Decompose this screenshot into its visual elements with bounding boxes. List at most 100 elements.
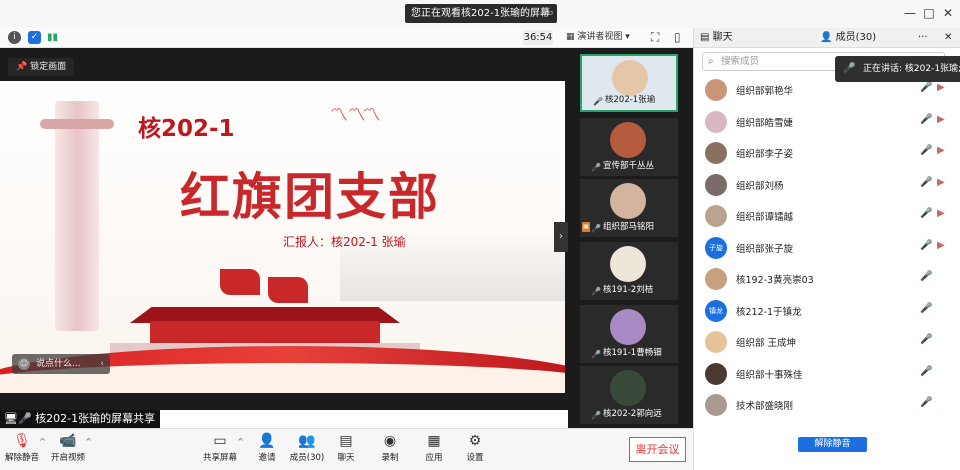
chevron-up-icon[interactable]: ^ xyxy=(237,437,244,446)
close-panel-button[interactable]: ✕ xyxy=(944,28,952,48)
member-row[interactable]: 技术部盛晓刚 🎤 xyxy=(694,391,960,421)
view-mode-select[interactable]: ▦ 演讲者视图 ▾ xyxy=(566,30,640,45)
video-tile-name-text: 核191-2刘桔 xyxy=(603,285,654,295)
leave-meeting-button[interactable]: 离开会议 xyxy=(629,437,686,462)
camera-off-icon[interactable]: ▶ xyxy=(937,145,945,156)
camera-off-icon[interactable]: ▶ xyxy=(937,177,945,188)
member-row[interactable]: 子旋 组织部张子旋 🎤 ▶ xyxy=(694,234,960,264)
member-name: 核192-3黄亮崇03 xyxy=(736,275,814,286)
record-button[interactable]: ◉ 录制 xyxy=(370,431,410,469)
tab-chat[interactable]: ▤ 聊天 xyxy=(700,28,733,48)
chevron-up-icon[interactable]: ^ xyxy=(39,437,46,446)
video-tile[interactable]: 🎤 核191-2刘桔 xyxy=(580,242,678,300)
mic-muted-icon[interactable]: 🎤 xyxy=(920,145,932,156)
tab-members-label: 成员(30) xyxy=(835,32,877,43)
info-icon[interactable]: i xyxy=(8,31,21,44)
member-row[interactable]: 组织部李子姿 🎤 ▶ xyxy=(694,139,960,169)
mic-muted-icon: 🎤 xyxy=(591,350,601,359)
member-name: 技术部盛晓刚 xyxy=(736,401,794,412)
video-tile-name: 🎤 核191-2刘桔 xyxy=(583,284,653,297)
member-name: 组织部李子姿 xyxy=(736,149,794,160)
tab-members[interactable]: 👤 成员(30) xyxy=(820,28,876,48)
member-row[interactable]: 组织部刘杨 🎤 ▶ xyxy=(694,171,960,201)
mic-muted-icon[interactable]: 🎤 xyxy=(920,208,932,219)
comment-collapse-icon[interactable]: ‹ xyxy=(100,354,104,374)
camera-off-icon: 📹 xyxy=(59,433,77,449)
video-tile[interactable]: ▣ 🎤 组织部马铭阳 xyxy=(580,179,678,237)
pin-view-button[interactable]: 📌 锁定画面 xyxy=(8,58,75,76)
presentation-slide: 〽 〽〽 核202-1 红旗团支部 汇报人：核202-1 张瑜 xyxy=(0,81,565,393)
member-name: 组织部十事殊佳 xyxy=(736,369,803,381)
mic-muted-icon[interactable]: 🎤 xyxy=(920,271,932,282)
member-row[interactable]: 组织部十事殊佳 🎤 xyxy=(694,360,960,390)
camera-off-icon[interactable]: ▶ xyxy=(937,114,945,125)
settings-button[interactable]: ⚙ 设置 xyxy=(455,431,495,469)
members-button[interactable]: 👥 成员(30) xyxy=(287,431,327,469)
mic-muted-icon[interactable]: 🎤 xyxy=(920,82,932,93)
fullscreen-icon[interactable]: ⛶ xyxy=(651,30,659,45)
participant-avatar xyxy=(610,309,646,345)
participant-avatar xyxy=(610,246,646,282)
sidebar-toggle-icon[interactable]: ▯ xyxy=(674,30,681,44)
invite-label: 邀请 xyxy=(258,453,276,463)
collapse-strip-button[interactable]: › xyxy=(554,222,568,252)
shield-icon[interactable]: ✓ xyxy=(28,31,41,44)
mic-muted-icon[interactable]: 🎤 xyxy=(920,303,932,314)
share-screen-button[interactable]: ▭ 共享屏幕 ^ xyxy=(200,431,244,469)
banner-collapse-icon[interactable]: ▭ xyxy=(544,4,553,23)
member-avatar xyxy=(705,173,727,196)
comment-icon: ☺ xyxy=(18,358,30,370)
video-tile-name-text: 宣传部千丛丛 xyxy=(603,161,655,171)
chevron-up-icon[interactable]: ^ xyxy=(85,437,92,446)
slide-class-title: 核202-1 xyxy=(138,116,235,142)
camera-off-icon[interactable]: ▶ xyxy=(937,240,945,251)
add-user-icon: 👤 xyxy=(258,433,276,449)
video-tile-name: 🎤 核191-1曹畅钿 xyxy=(583,347,662,360)
close-window-button[interactable]: ✕ xyxy=(940,6,956,20)
video-tile[interactable]: 🎤 核202-1张瑜 xyxy=(580,54,678,112)
video-tile[interactable]: 🎤 核191-1曹畅钿 xyxy=(580,305,678,363)
more-options-button[interactable]: ··· xyxy=(918,28,928,48)
chat-label: 聊天 xyxy=(337,453,355,463)
apps-icon: ▦ xyxy=(427,433,441,449)
slide-main-title: 红旗团支部 xyxy=(180,168,440,226)
mic-muted-icon[interactable]: 🎤 xyxy=(920,114,932,125)
member-avatar xyxy=(705,362,727,385)
member-row[interactable]: 组织部 王成坤 🎤 xyxy=(694,328,960,358)
comment-input[interactable]: ☺ 说点什么... ‹ xyxy=(12,354,110,374)
chat-button[interactable]: ▤ 聊天 xyxy=(326,431,366,469)
apps-button[interactable]: ▦ 应用 xyxy=(414,431,454,469)
members-icon: 👥 xyxy=(298,433,316,449)
unmute-all-button[interactable]: 解除静音 xyxy=(798,437,867,452)
viewing-banner-text: 您正在观看核202-1张瑜的屏幕 xyxy=(411,8,551,19)
start-video-button[interactable]: 📹 开启视频 ^ xyxy=(48,431,92,469)
member-name: 组织部谭镭越 xyxy=(736,212,794,223)
camera-off-icon[interactable]: ▶ xyxy=(937,208,945,219)
maximize-button[interactable]: □ xyxy=(921,6,937,20)
mic-muted-icon[interactable]: 🎤 xyxy=(920,240,932,251)
unmute-button[interactable]: 🎙 解除静音 ^ xyxy=(2,431,46,469)
speaking-indicator: 🎤 正在讲话: 核202-1张瑜; xyxy=(835,56,960,82)
minimize-button[interactable]: — xyxy=(902,6,918,20)
member-row[interactable]: 核192-3黄亮崇03 🎤 xyxy=(694,265,960,295)
member-name: 组织部郭艳华 xyxy=(736,86,794,97)
meeting-window: 您正在观看核202-1张瑜的屏幕 ▭ — □ ✕ i ✓ ▮▮ 36:54 ▦ … xyxy=(0,0,960,470)
camera-off-icon[interactable]: ▶ xyxy=(937,82,945,93)
meeting-timer: 36:54 xyxy=(523,30,553,45)
video-tile[interactable]: 🎤 核202-2郭向远 xyxy=(580,366,678,424)
invite-button[interactable]: 👤 邀请 xyxy=(247,431,287,469)
video-tile-name-text: 核202-2郭向远 xyxy=(603,409,662,419)
member-row[interactable]: 镇龙 核212-1于镇龙 🎤 xyxy=(694,297,960,327)
member-avatar xyxy=(705,205,727,227)
member-row[interactable]: 组织部谭镭越 🎤 ▶ xyxy=(694,202,960,232)
mic-muted-icon: 🎤 xyxy=(591,163,601,172)
member-row[interactable]: 组织部皓雪婕 🎤 ▶ xyxy=(694,108,960,138)
view-mode-label: 演讲者视图 xyxy=(577,32,623,42)
signal-icon[interactable]: ▮▮ xyxy=(46,31,59,44)
video-tile[interactable]: 🎤 宣传部千丛丛 xyxy=(580,118,678,176)
mic-muted-icon[interactable]: 🎤 xyxy=(920,334,932,345)
mic-muted-icon[interactable]: 🎤 xyxy=(920,366,932,377)
mic-muted-icon[interactable]: 🎤 xyxy=(920,397,932,408)
video-tile-name-text: 核191-1曹畅钿 xyxy=(603,348,662,358)
mic-muted-icon[interactable]: 🎤 xyxy=(920,177,932,188)
